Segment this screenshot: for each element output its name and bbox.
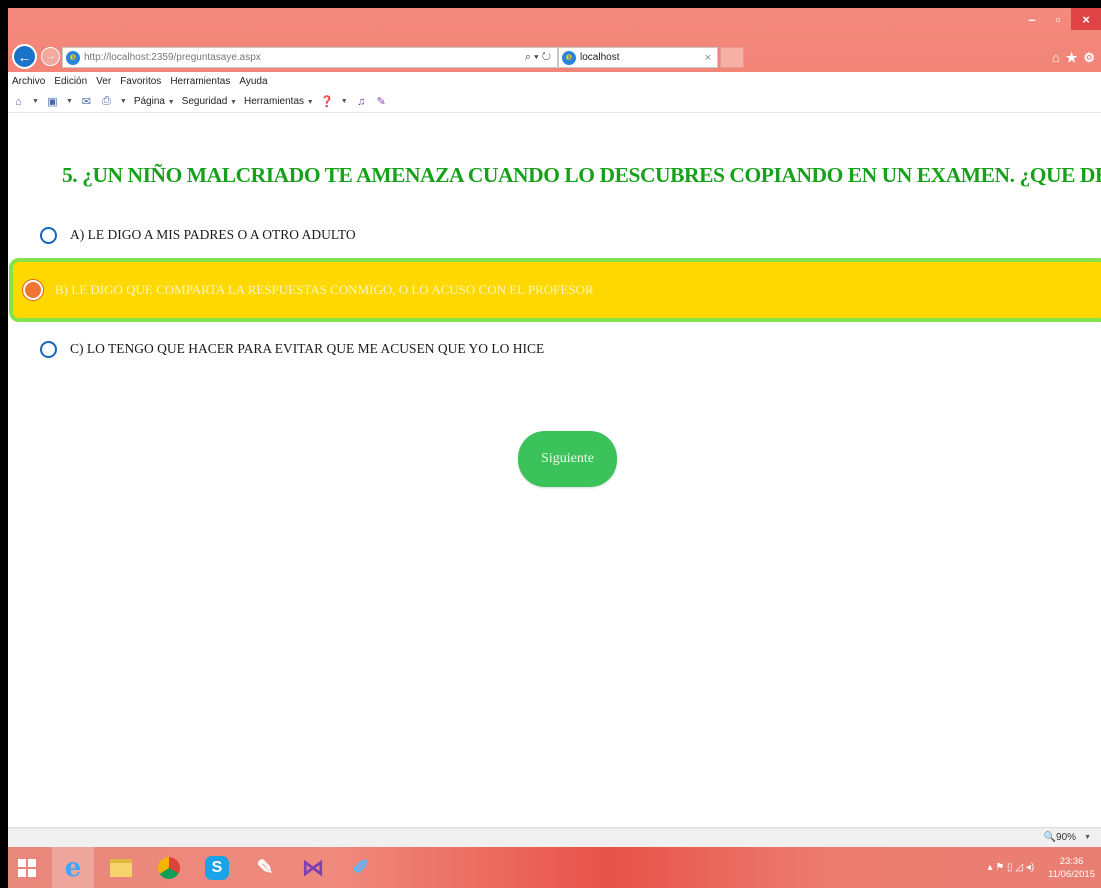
menu-ver[interactable]: Ver (96, 76, 111, 87)
chevron-down-icon[interactable]: ▼ (1084, 834, 1091, 841)
taskbar-skype[interactable]: S (196, 847, 238, 888)
new-tab-button[interactable] (720, 47, 744, 68)
command-bar: ⌂ ▼ ▣ ▼ ✉ ⎙ ▼ Página ▼ Seguridad ▼ Herramie… (8, 91, 1101, 113)
menu-edicion[interactable]: Edición (54, 76, 87, 87)
visual-studio-icon: ⋈ (302, 854, 324, 880)
menu-herramientas[interactable]: Herramientas (170, 76, 230, 87)
clock[interactable]: 23:36 11/06/2015 (1048, 855, 1095, 881)
tab-close-icon[interactable]: × (705, 52, 717, 64)
folder-icon (110, 858, 132, 877)
taskbar-chrome[interactable] (148, 847, 190, 888)
print-icon[interactable]: ⎙ (100, 95, 113, 108)
chevron-down-icon[interactable]: ▼ (66, 98, 73, 105)
menu-favoritos[interactable]: Favoritos (120, 76, 161, 87)
skype-icon: S (205, 855, 229, 880)
research-icon[interactable]: ♫ (355, 95, 368, 108)
help-icon[interactable]: ❓ (320, 95, 334, 108)
address-bar[interactable]: e http://localhost:2359/preguntasaye.asp… (62, 47, 558, 68)
page-content: 5. ¿UN NIÑO MALCRIADO TE AMENAZA CUANDO … (8, 113, 1101, 827)
browser-window: – ▫ × ← → e http://localhost:2359/pregun… (8, 8, 1101, 888)
feeds-icon[interactable]: ▣ (46, 95, 59, 108)
window-controls: – ▫ × (1019, 8, 1101, 36)
ie-favicon-icon: e (562, 50, 576, 65)
paint-icon: ✐ (352, 857, 370, 879)
status-bar: 🔍90% ▼ (8, 827, 1101, 847)
chevron-down-icon[interactable]: ▼ (120, 98, 127, 105)
search-refresh-icons[interactable]: ⌕ ▾ ↻ (525, 51, 557, 64)
gear-icon[interactable]: ⚙ (1083, 50, 1095, 66)
option-a[interactable]: A) LE DIGO A MIS PADRES O A OTRO ADULTO (8, 213, 1101, 257)
zoom-level[interactable]: 🔍90% (1044, 832, 1076, 843)
radio-option-b[interactable] (23, 280, 43, 300)
question-title: 5. ¿UN NIÑO MALCRIADO TE AMENAZA CUANDO … (62, 163, 1101, 187)
system-tray: ▴ ⚑ ▯ ◿ ◂) 23:36 11/06/2015 (988, 847, 1095, 888)
translate-icon[interactable]: ✎ (375, 95, 388, 108)
radio-option-c[interactable] (40, 340, 57, 358)
mail-icon[interactable]: ✉ (80, 95, 93, 108)
option-c-label: C) LO TENGO QUE HACER PARA EVITAR QUE ME… (70, 341, 545, 356)
restore-button[interactable]: ▫ (1045, 8, 1071, 30)
tab-localhost[interactable]: e localhost × (558, 47, 718, 68)
menu-archivo[interactable]: Archivo (12, 76, 45, 87)
forward-button[interactable]: → (41, 47, 60, 66)
browser-right-icons: ⌂ ★ ⚙ (1052, 50, 1095, 66)
internet-explorer-icon: e (64, 852, 82, 883)
option-c[interactable]: C) LO TENGO QUE HACER PARA EVITAR QUE ME… (8, 327, 1101, 371)
taskbar-internet-explorer[interactable]: e (52, 847, 94, 888)
tray-icons[interactable]: ▴ ⚑ ▯ ◿ ◂) (988, 862, 1035, 873)
option-a-label: A) LE DIGO A MIS PADRES O A OTRO ADULTO (70, 227, 356, 242)
minimize-button[interactable]: – (1019, 8, 1045, 30)
arrow-left-icon: ← (17, 48, 32, 65)
close-button[interactable]: × (1071, 8, 1101, 30)
taskbar-tool[interactable]: ✎ (244, 847, 286, 888)
clock-time: 23:36 (1059, 855, 1084, 867)
windows-logo-icon (18, 858, 36, 877)
ie-favicon-icon: e (66, 50, 80, 65)
radio-option-a[interactable] (40, 226, 57, 244)
option-b-label: B) LE DIGO QUE COMPARTA LA RESPUESTAS CO… (55, 282, 594, 297)
clock-date: 11/06/2015 (1048, 868, 1095, 880)
title-bar: – ▫ × ← → e http://localhost:2359/pregun… (8, 8, 1101, 72)
chevron-down-icon[interactable]: ▼ (341, 98, 348, 105)
favorites-star-icon[interactable]: ★ (1066, 50, 1078, 66)
home-icon[interactable]: ⌂ (12, 95, 25, 108)
back-button[interactable]: ← (12, 44, 37, 69)
tool-icon: ✎ (256, 857, 274, 879)
taskbar-visual-studio[interactable]: ⋈ (292, 847, 334, 888)
address-url[interactable]: http://localhost:2359/preguntasaye.aspx (84, 52, 525, 63)
home-icon[interactable]: ⌂ (1052, 50, 1060, 66)
next-button[interactable]: Siguiente (518, 431, 617, 487)
command-seguridad[interactable]: Seguridad ▼ (182, 96, 237, 107)
menu-bar: Archivo Edición Ver Favoritos Herramient… (8, 72, 1101, 91)
menu-ayuda[interactable]: Ayuda (239, 76, 267, 87)
command-pagina[interactable]: Página ▼ (134, 96, 175, 107)
chrome-icon (158, 856, 180, 879)
start-button[interactable] (8, 847, 46, 888)
arrow-right-icon: → (45, 51, 56, 62)
command-herramientas[interactable]: Herramientas ▼ (244, 96, 314, 107)
tab-title: localhost (580, 52, 620, 63)
chevron-down-icon[interactable]: ▼ (32, 98, 39, 105)
taskbar-file-explorer[interactable] (100, 847, 142, 888)
taskbar-paint[interactable]: ✐ (340, 847, 382, 888)
taskbar: e S ✎ ⋈ ✐ ▴ ⚑ ▯ ◿ ◂) 23:36 11/06/2015 (8, 847, 1101, 888)
option-b-selected[interactable]: B) LE DIGO QUE COMPARTA LA RESPUESTAS CO… (9, 258, 1101, 322)
